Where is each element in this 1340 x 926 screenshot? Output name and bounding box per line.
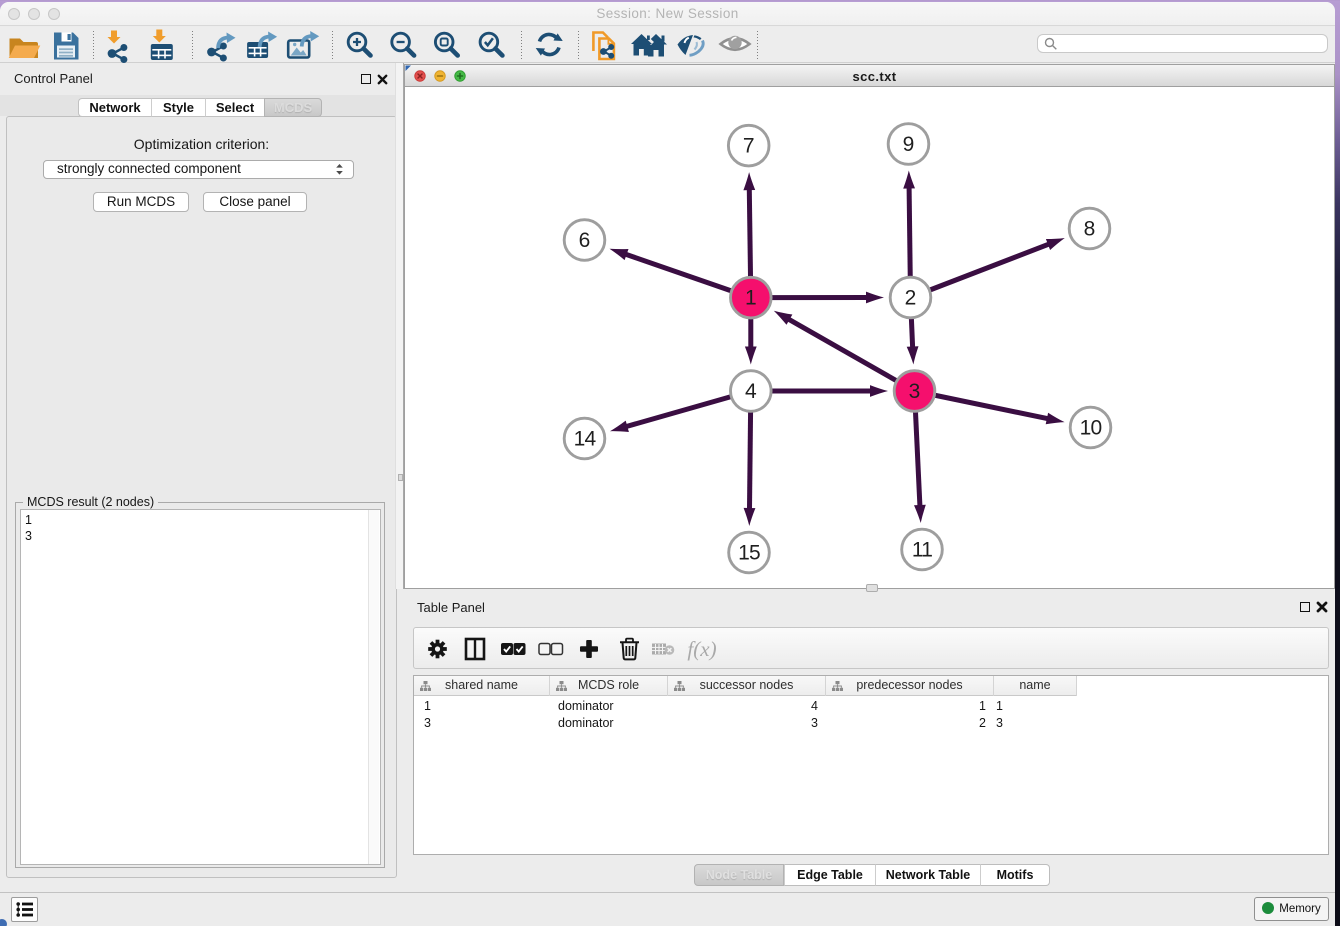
svg-text:11: 11 xyxy=(912,539,932,562)
svg-text:9: 9 xyxy=(903,133,915,156)
svg-text:2: 2 xyxy=(905,287,917,310)
svg-text:4: 4 xyxy=(745,380,757,403)
svg-text:10: 10 xyxy=(1080,417,1102,440)
svg-text:6: 6 xyxy=(579,229,591,252)
svg-text:15: 15 xyxy=(738,542,760,565)
svg-text:3: 3 xyxy=(909,380,921,403)
svg-text:7: 7 xyxy=(743,135,755,158)
svg-text:8: 8 xyxy=(1084,218,1096,241)
svg-text:f(x): f(x) xyxy=(687,637,716,661)
svg-text:14: 14 xyxy=(574,428,597,451)
svg-text:1: 1 xyxy=(745,287,757,310)
